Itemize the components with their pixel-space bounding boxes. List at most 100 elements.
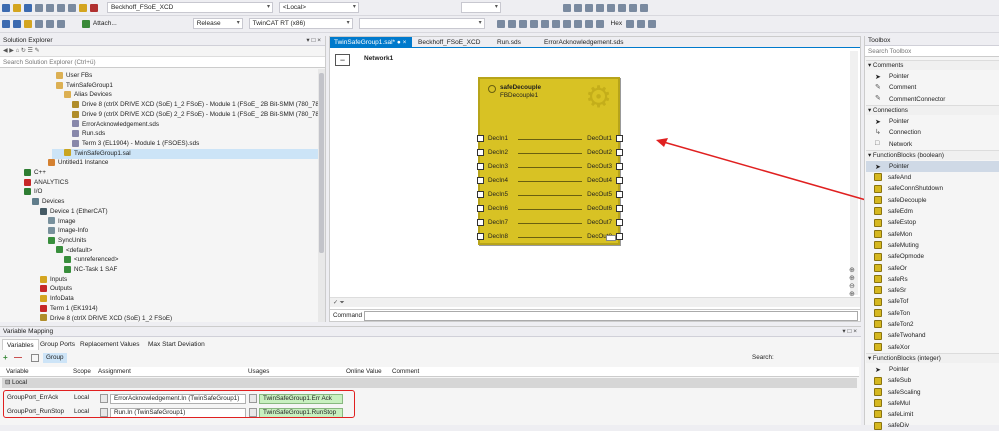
group-row-local[interactable]: ⊟ Local <box>2 378 857 388</box>
redo-icon[interactable] <box>57 20 65 28</box>
toolbox-category-functionblocks-integer[interactable]: ▾ FunctionBlocks (integer) <box>866 352 999 363</box>
network-collapse-button[interactable]: − <box>335 54 350 66</box>
tool-icon[interactable] <box>518 20 527 28</box>
paste-icon[interactable] <box>68 4 76 12</box>
tool-icon[interactable] <box>562 4 571 12</box>
toolbox-item-safelimit[interactable]: safeLimit <box>866 409 999 420</box>
col-comment[interactable]: Comment <box>392 367 419 377</box>
toolbox-item-safexor[interactable]: safeXor <box>866 342 999 353</box>
misc-combo[interactable] <box>460 2 501 13</box>
open-icon[interactable] <box>13 4 21 12</box>
tool-icon[interactable] <box>573 4 582 12</box>
tree-item-nc-task-1-saf[interactable]: NC-Task 1 SAF <box>64 265 117 275</box>
tree-item-default[interactable]: <default> <box>56 246 92 256</box>
output-connector-icon[interactable] <box>616 205 623 212</box>
tool-icon[interactable] <box>639 4 648 12</box>
toolbox-category-comments[interactable]: ▾ Comments <box>866 60 999 70</box>
toolbox-item-network[interactable]: □ Network <box>866 139 999 150</box>
tool-icon[interactable] <box>617 4 626 12</box>
undo-icon[interactable] <box>46 20 54 28</box>
pin-icon[interactable]: ▾ □ × <box>842 327 857 337</box>
output-connector-icon[interactable] <box>616 163 623 170</box>
toolbox-item-safemul[interactable]: safeMul <box>866 398 999 409</box>
input-connector-icon[interactable] <box>477 191 484 198</box>
output-connector-icon[interactable] <box>616 149 623 156</box>
toolbox-item-safemuting[interactable]: safeMuting <box>866 240 999 251</box>
cut-icon[interactable] <box>46 4 54 12</box>
tool-icon[interactable] <box>637 20 646 28</box>
toolbox-item-safeton[interactable]: safeTon <box>866 308 999 319</box>
editor-hscrollbar[interactable]: ✓ ⏷ <box>330 297 860 307</box>
config-combo[interactable]: Release <box>192 18 243 29</box>
tool-icon[interactable] <box>584 20 593 28</box>
input-connector-icon[interactable] <box>477 149 484 156</box>
hex-toggle[interactable]: Hex <box>611 20 623 27</box>
tool-icon[interactable] <box>595 4 604 12</box>
col-scope[interactable]: Scope <box>73 367 91 377</box>
tree-item-twinsafegroup1[interactable]: TwinSafeGroup1 <box>56 81 113 91</box>
attach-button[interactable]: Attach... <box>93 20 117 27</box>
tree-item-user-fbs[interactable]: User FBs <box>56 71 92 81</box>
tool-icon[interactable] <box>584 4 593 12</box>
toolbox-item-safetwohand[interactable]: safeTwohand <box>866 330 999 341</box>
output-connector-icon[interactable] <box>616 233 623 240</box>
tree-item-untitled1-instance[interactable]: Untitled1 Instance <box>48 158 108 168</box>
tool-icon[interactable] <box>496 20 505 28</box>
tree-item-image-info[interactable]: Image-Info <box>48 226 88 236</box>
tool-icon[interactable] <box>626 20 635 28</box>
toolbox-item-safeopmode[interactable]: safeOpmode <box>866 251 999 262</box>
toolbox-item-safeand[interactable]: safeAnd <box>866 172 999 183</box>
tree-item-device-1-ethercat[interactable]: Device 1 (EtherCAT) <box>40 207 108 217</box>
tree-item-run-sds[interactable]: Run.sds <box>72 129 105 139</box>
input-connector-icon[interactable] <box>477 163 484 170</box>
tool-icon[interactable] <box>648 20 657 28</box>
tool-icon[interactable] <box>529 20 538 28</box>
tree-item-unreferenced[interactable]: <unreferenced> <box>64 255 118 265</box>
col-variable[interactable]: Variable <box>6 367 29 377</box>
toolbox-item-safedecouple[interactable]: safeDecouple <box>866 195 999 206</box>
tool-icon[interactable] <box>551 20 560 28</box>
tree-item-alias-devices[interactable]: Alias Devices <box>64 90 112 100</box>
tool-icon[interactable] <box>628 4 637 12</box>
toolbox-item-safetof[interactable]: safeTof <box>866 296 999 307</box>
col-usages[interactable]: Usages <box>248 367 269 377</box>
output-connector-icon[interactable] <box>616 219 623 226</box>
tool-icon[interactable] <box>540 20 549 28</box>
toolbox-item-safeton2[interactable]: safeTon2 <box>866 319 999 330</box>
tab-run[interactable]: Run.sds <box>493 37 525 48</box>
toolbox-search-input[interactable]: Search Toolbox <box>865 46 999 57</box>
activate-config-icon[interactable] <box>79 4 87 12</box>
tree-item-twinsafegroup1-sal[interactable]: TwinSafeGroup1.sal <box>52 148 318 159</box>
col-online-value[interactable]: Online Value <box>346 367 382 377</box>
tab-replacement-values[interactable]: Replacement Values <box>76 339 144 350</box>
toolbox-category-functionblocks-boolean[interactable]: ▾ FunctionBlocks (boolean) <box>866 149 999 160</box>
tab-twinsafegroup1[interactable]: TwinSafeGroup1.sal* ● × <box>330 37 412 48</box>
toolbox-category-connections[interactable]: ▾ Connections <box>866 104 999 115</box>
toolbox-item-safeconnshutdown[interactable]: safeConnShutdown <box>866 183 999 194</box>
tab-erroracknowledgement[interactable]: ErrorAcknowledgement.sds <box>540 37 627 48</box>
output-connector-icon[interactable] <box>616 177 623 184</box>
output-connector-icon[interactable] <box>616 135 623 142</box>
toolbox-item-safemon[interactable]: safeMon <box>866 229 999 240</box>
tree-item-drive-8-ctrlx-drive-xcd-soe-1-2-fsoe-module-1-fsoe-2b-bit-smm-780-784[interactable]: Drive 8 (ctrlX DRIVE XCD (SoE) 1_2 FSoE)… <box>72 100 318 110</box>
input-connector-icon[interactable] <box>477 205 484 212</box>
tree-item-term-3-el1904-module-1-fsoes-sds[interactable]: Term 3 (EL1904) - Module 1 (FSOES).sds <box>72 139 199 149</box>
tree-item-image[interactable]: Image <box>48 217 76 227</box>
tree-item-c[interactable]: C++ <box>24 168 46 178</box>
tree-item-erroracknowledgement-sds[interactable]: ErrorAcknowledgement.sds <box>72 120 159 130</box>
tool-icon[interactable] <box>595 20 604 28</box>
tree-item-devices[interactable]: Devices <box>32 197 64 207</box>
project-combo[interactable]: Beckhoff_FSoE_XCD <box>106 2 273 13</box>
col-assignment[interactable]: Assignment <box>98 367 131 377</box>
toolbox-item-safeor[interactable]: safeOr <box>866 263 999 274</box>
pin-icon[interactable]: ▾ □ × <box>306 36 321 46</box>
toolbox-item-pointer[interactable]: ➤ Pointer <box>866 364 999 375</box>
function-block-safedecouple[interactable]: safeDecouple FBDecouple1 ⚙ DecIn1 DecOut1… <box>477 77 623 245</box>
toolbox-item-safesub[interactable]: safeSub <box>866 375 999 386</box>
tree-item-analytics[interactable]: ANALYTICS <box>24 178 69 188</box>
toolbox-item-pointer[interactable]: ➤ Pointer <box>866 160 999 172</box>
tree-item-drive-8-ctrlx-drive-xcd-soe-1-2-fsoe[interactable]: Drive 8 (ctrlX DRIVE XCD (SoE) 1_2 FSoE) <box>40 314 172 323</box>
tree-item-infodata[interactable]: InfoData <box>40 294 74 304</box>
save-all-icon[interactable] <box>35 4 43 12</box>
group-button[interactable]: Group <box>43 353 67 363</box>
